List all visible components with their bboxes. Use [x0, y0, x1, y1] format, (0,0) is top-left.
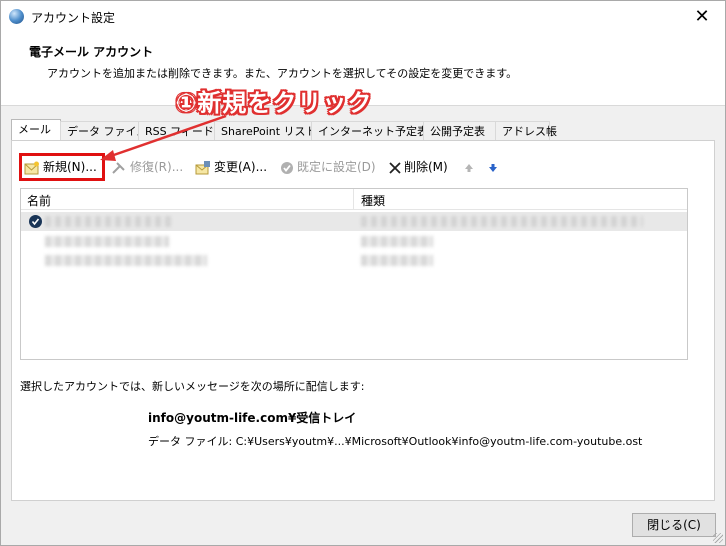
repair-account-label: 修復(R)...: [130, 160, 184, 174]
arrow-down-icon: [489, 163, 497, 172]
column-header-name[interactable]: 名前: [27, 192, 51, 209]
change-account-label: 変更(A)...: [214, 160, 268, 174]
set-default-label: 既定に設定(D): [297, 160, 376, 174]
repair-tools-icon: [112, 161, 125, 174]
repair-account-button[interactable]: 修復(R)...: [111, 157, 183, 177]
delete-account-label: 削除(M): [404, 160, 448, 174]
delete-account-button[interactable]: 削除(M): [389, 157, 448, 177]
account-name-redacted: [45, 255, 207, 266]
account-name-redacted: [45, 236, 169, 247]
change-account-button[interactable]: 変更(A)...: [195, 157, 267, 177]
column-header-type[interactable]: 種類: [361, 192, 385, 209]
window-close-button[interactable]: ✕: [691, 7, 713, 27]
header-title: 電子メール アカウント: [29, 45, 154, 59]
annotation-label: ①新規をクリック: [176, 89, 373, 117]
outlook-globe-icon: [9, 9, 24, 24]
account-settings-window: アカウント設定 ✕ 電子メール アカウント アカウントを追加または削除できます。…: [0, 0, 726, 546]
list-header: 名前 種類: [21, 189, 687, 210]
delivery-inbox: info@youtm-life.com¥受信トレイ: [148, 411, 357, 425]
delivery-location-caption: 選択したアカウントでは、新しいメッセージを次の場所に配信します:: [20, 380, 365, 393]
account-row[interactable]: [21, 232, 687, 251]
default-check-icon: [281, 161, 293, 174]
account-type-redacted: [361, 216, 643, 227]
data-file-path: データ ファイル: C:¥Users¥youtm¥...¥Microsoft¥O…: [148, 435, 643, 448]
tab-internet-calendars[interactable]: インターネット予定表: [311, 121, 428, 140]
close-button[interactable]: 閉じる(C): [632, 513, 716, 537]
default-account-check-icon: [29, 215, 42, 228]
account-row[interactable]: [21, 212, 687, 231]
move-down-button[interactable]: [488, 157, 498, 177]
account-name-redacted: [45, 216, 171, 227]
tab-mail[interactable]: メール: [11, 119, 61, 141]
tab-sharepoint-lists[interactable]: SharePoint リスト: [214, 121, 317, 140]
column-divider: [353, 189, 354, 209]
tab-address-books[interactable]: アドレス帳: [495, 121, 557, 140]
arrow-up-icon: [465, 163, 473, 172]
account-type-redacted: [361, 255, 433, 266]
delete-x-icon: [389, 161, 401, 174]
set-default-button[interactable]: 既定に設定(D): [280, 157, 376, 177]
window-title: アカウント設定: [31, 11, 116, 25]
move-up-button[interactable]: [464, 157, 474, 177]
mail-tab-panel: 新規(N)... 修復(R)... 変更(A)... 既定に設定(D) 削除(M…: [11, 140, 715, 501]
tab-rss-feeds[interactable]: RSS フィード: [138, 121, 215, 140]
check-mark-icon: [31, 218, 40, 226]
title-bar: アカウント設定 ✕: [1, 1, 725, 33]
account-row[interactable]: [21, 251, 687, 270]
header-description: アカウントを追加または削除できます。また、アカウントを選択してその設定を変更でき…: [47, 67, 518, 80]
account-type-redacted: [361, 236, 433, 247]
change-settings-icon: [195, 160, 210, 174]
resize-grip[interactable]: [713, 533, 723, 543]
annotation-highlight-box: [19, 153, 105, 181]
tab-published-calendars[interactable]: 公開予定表: [423, 121, 496, 140]
accounts-list[interactable]: 名前 種類: [20, 188, 688, 360]
tab-data-files[interactable]: データ ファイル: [60, 121, 148, 140]
